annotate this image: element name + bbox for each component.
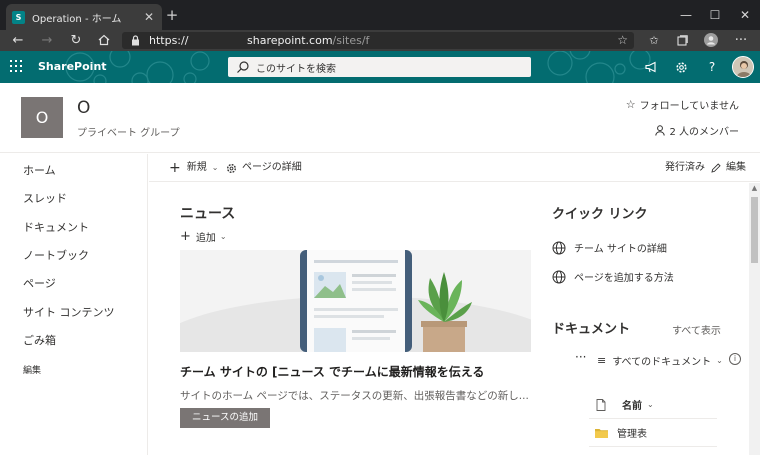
- star-icon: ☆: [625, 98, 636, 111]
- address-bar: ← → ↻ https://sharepoint.com/sites/f ☆ ✩…: [0, 30, 760, 51]
- person-icon: [655, 125, 666, 136]
- tab-title: Operation - ホーム: [32, 13, 122, 25]
- quick-link-item[interactable]: ページを追加する方法: [552, 269, 674, 284]
- user-avatar[interactable]: [732, 56, 754, 78]
- help-icon[interactable]: ?: [698, 51, 726, 83]
- globe-icon: [552, 241, 566, 254]
- plus-icon: +: [169, 160, 181, 176]
- lock-icon: [132, 35, 139, 46]
- page-canvas: ニュース + 追加 ⌄ チーム サイトの [ニュース でチームに最新情報を伝える…: [149, 183, 749, 455]
- favorite-star-icon[interactable]: ☆: [617, 32, 628, 49]
- members-button[interactable]: 2 人のメンバー: [655, 123, 739, 138]
- quick-link-label: チーム サイトの詳細: [574, 244, 667, 255]
- new-label: 新規: [186, 162, 207, 173]
- edit-label: 編集: [726, 162, 746, 173]
- sharepoint-suite-bar: SharePoint このサイトを検索 ?: [0, 51, 760, 83]
- nav-item-home[interactable]: ホーム: [23, 162, 56, 178]
- tab-close-icon[interactable]: ✕: [142, 10, 156, 24]
- page-details-button[interactable]: ページの詳細: [226, 154, 302, 182]
- documents-title: ドキュメント: [552, 322, 631, 337]
- see-all-link[interactable]: すべて表示: [672, 322, 721, 337]
- add-news-button[interactable]: ニュースの追加: [180, 408, 270, 428]
- pencil-icon: [711, 163, 721, 173]
- sharepoint-brand[interactable]: SharePoint: [38, 51, 107, 83]
- site-privacy-label: プライベート グループ: [77, 128, 180, 139]
- follow-button[interactable]: ☆ フォローしていません: [626, 97, 739, 112]
- nav-item-documents[interactable]: ドキュメント: [23, 219, 89, 235]
- chevron-down-icon: ⌄: [647, 400, 654, 409]
- browser-titlebar: S Operation - ホーム ✕ + — ☐ ✕: [0, 0, 760, 30]
- new-tab-button[interactable]: +: [164, 6, 180, 24]
- url-field[interactable]: https://sharepoint.com/sites/f ☆: [122, 32, 634, 49]
- news-hero-illustration[interactable]: [180, 250, 531, 352]
- scroll-up-arrow-icon[interactable]: ▲: [749, 183, 760, 194]
- maximize-button[interactable]: ☐: [700, 0, 730, 30]
- chevron-down-icon: ⌄: [716, 356, 723, 365]
- nav-item-threads[interactable]: スレッド: [23, 190, 67, 206]
- view-selector[interactable]: ≡ すべてのドキュメント ⌄: [597, 353, 723, 368]
- document-name: 管理表: [617, 429, 647, 440]
- new-menu-button[interactable]: + 新規 ⌄: [169, 154, 218, 182]
- settings-icon: [227, 163, 236, 173]
- view-label: すべてのドキュメント: [612, 357, 712, 368]
- gear-icon[interactable]: [667, 51, 695, 83]
- site-header: O O プライベート グループ ☆ フォローしていません 2 人のメンバー: [0, 83, 760, 153]
- nav-edit-link[interactable]: 編集: [23, 363, 41, 376]
- app-launcher-icon[interactable]: [10, 60, 22, 72]
- page-details-label: ページの詳細: [242, 162, 302, 173]
- favorites-icon[interactable]: ✩: [643, 30, 665, 51]
- home-icon[interactable]: [93, 30, 115, 51]
- left-navigation: ホーム スレッド ドキュメント ノートブック ページ サイト コンテンツ ごみ箱…: [0, 154, 148, 455]
- site-search-box[interactable]: このサイトを検索: [228, 57, 531, 77]
- news-headline[interactable]: チーム サイトの [ニュース でチームに最新情報を伝える: [180, 363, 484, 380]
- documents-column-header[interactable]: 名前 ⌄: [589, 391, 717, 419]
- megaphone-icon[interactable]: [637, 51, 665, 83]
- nav-item-pages[interactable]: ページ: [23, 275, 56, 291]
- name-column-label: 名前: [622, 401, 642, 412]
- profile-icon[interactable]: [700, 30, 722, 51]
- forward-arrow-icon[interactable]: →: [36, 30, 58, 51]
- collections-icon[interactable]: [671, 30, 693, 51]
- quick-link-item[interactable]: チーム サイトの詳細: [552, 240, 667, 255]
- url-text: https://sharepoint.com/sites/f: [149, 34, 370, 47]
- page-scrollbar[interactable]: ▲: [749, 183, 760, 455]
- site-title[interactable]: O: [77, 98, 90, 118]
- quick-link-label: ページを追加する方法: [574, 273, 674, 284]
- news-add-button[interactable]: + 追加 ⌄: [180, 229, 227, 244]
- scrollbar-thumb[interactable]: [751, 197, 758, 263]
- globe-icon: [552, 270, 566, 283]
- quick-links-title: クイック リンク: [552, 207, 648, 222]
- site-logo[interactable]: O: [21, 97, 63, 138]
- back-arrow-icon[interactable]: ←: [7, 30, 29, 51]
- follow-label: フォローしていません: [639, 101, 739, 112]
- news-add-label: 追加: [195, 233, 216, 244]
- published-status: 発行済み: [665, 162, 705, 173]
- search-placeholder: このサイトを検索: [256, 63, 336, 75]
- minimize-button[interactable]: —: [671, 0, 701, 30]
- close-window-button[interactable]: ✕: [730, 0, 760, 30]
- news-description: サイトのホーム ページでは、ステータスの更新、出張報告書などの新し...: [180, 390, 529, 402]
- news-section-title: ニュース: [180, 206, 236, 222]
- command-bar: + 新規 ⌄ ページの詳細 発行済み 編集: [149, 154, 760, 182]
- chevron-down-icon: ⌄: [211, 163, 219, 172]
- more-menu-icon[interactable]: ···: [730, 30, 752, 51]
- nav-item-recycle-bin[interactable]: ごみ箱: [23, 332, 56, 348]
- chevron-down-icon: ⌄: [219, 232, 227, 241]
- plus-icon: +: [180, 229, 191, 244]
- document-row[interactable]: 管理表: [589, 419, 717, 447]
- more-options-icon[interactable]: ···: [575, 350, 586, 364]
- edit-page-button[interactable]: 編集: [711, 154, 746, 182]
- nav-item-notebook[interactable]: ノートブック: [23, 247, 89, 263]
- browser-tab[interactable]: S Operation - ホーム ✕: [6, 4, 162, 30]
- file-type-icon: [596, 398, 606, 411]
- refresh-icon[interactable]: ↻: [65, 30, 87, 51]
- sharepoint-favicon-icon: S: [12, 10, 25, 24]
- folder-icon: [595, 428, 608, 438]
- nav-item-site-contents[interactable]: サイト コンテンツ: [23, 304, 115, 320]
- search-icon: [237, 61, 249, 73]
- members-label: 2 人のメンバー: [669, 127, 739, 138]
- list-view-icon: ≡: [597, 354, 607, 367]
- info-icon[interactable]: i: [729, 353, 741, 365]
